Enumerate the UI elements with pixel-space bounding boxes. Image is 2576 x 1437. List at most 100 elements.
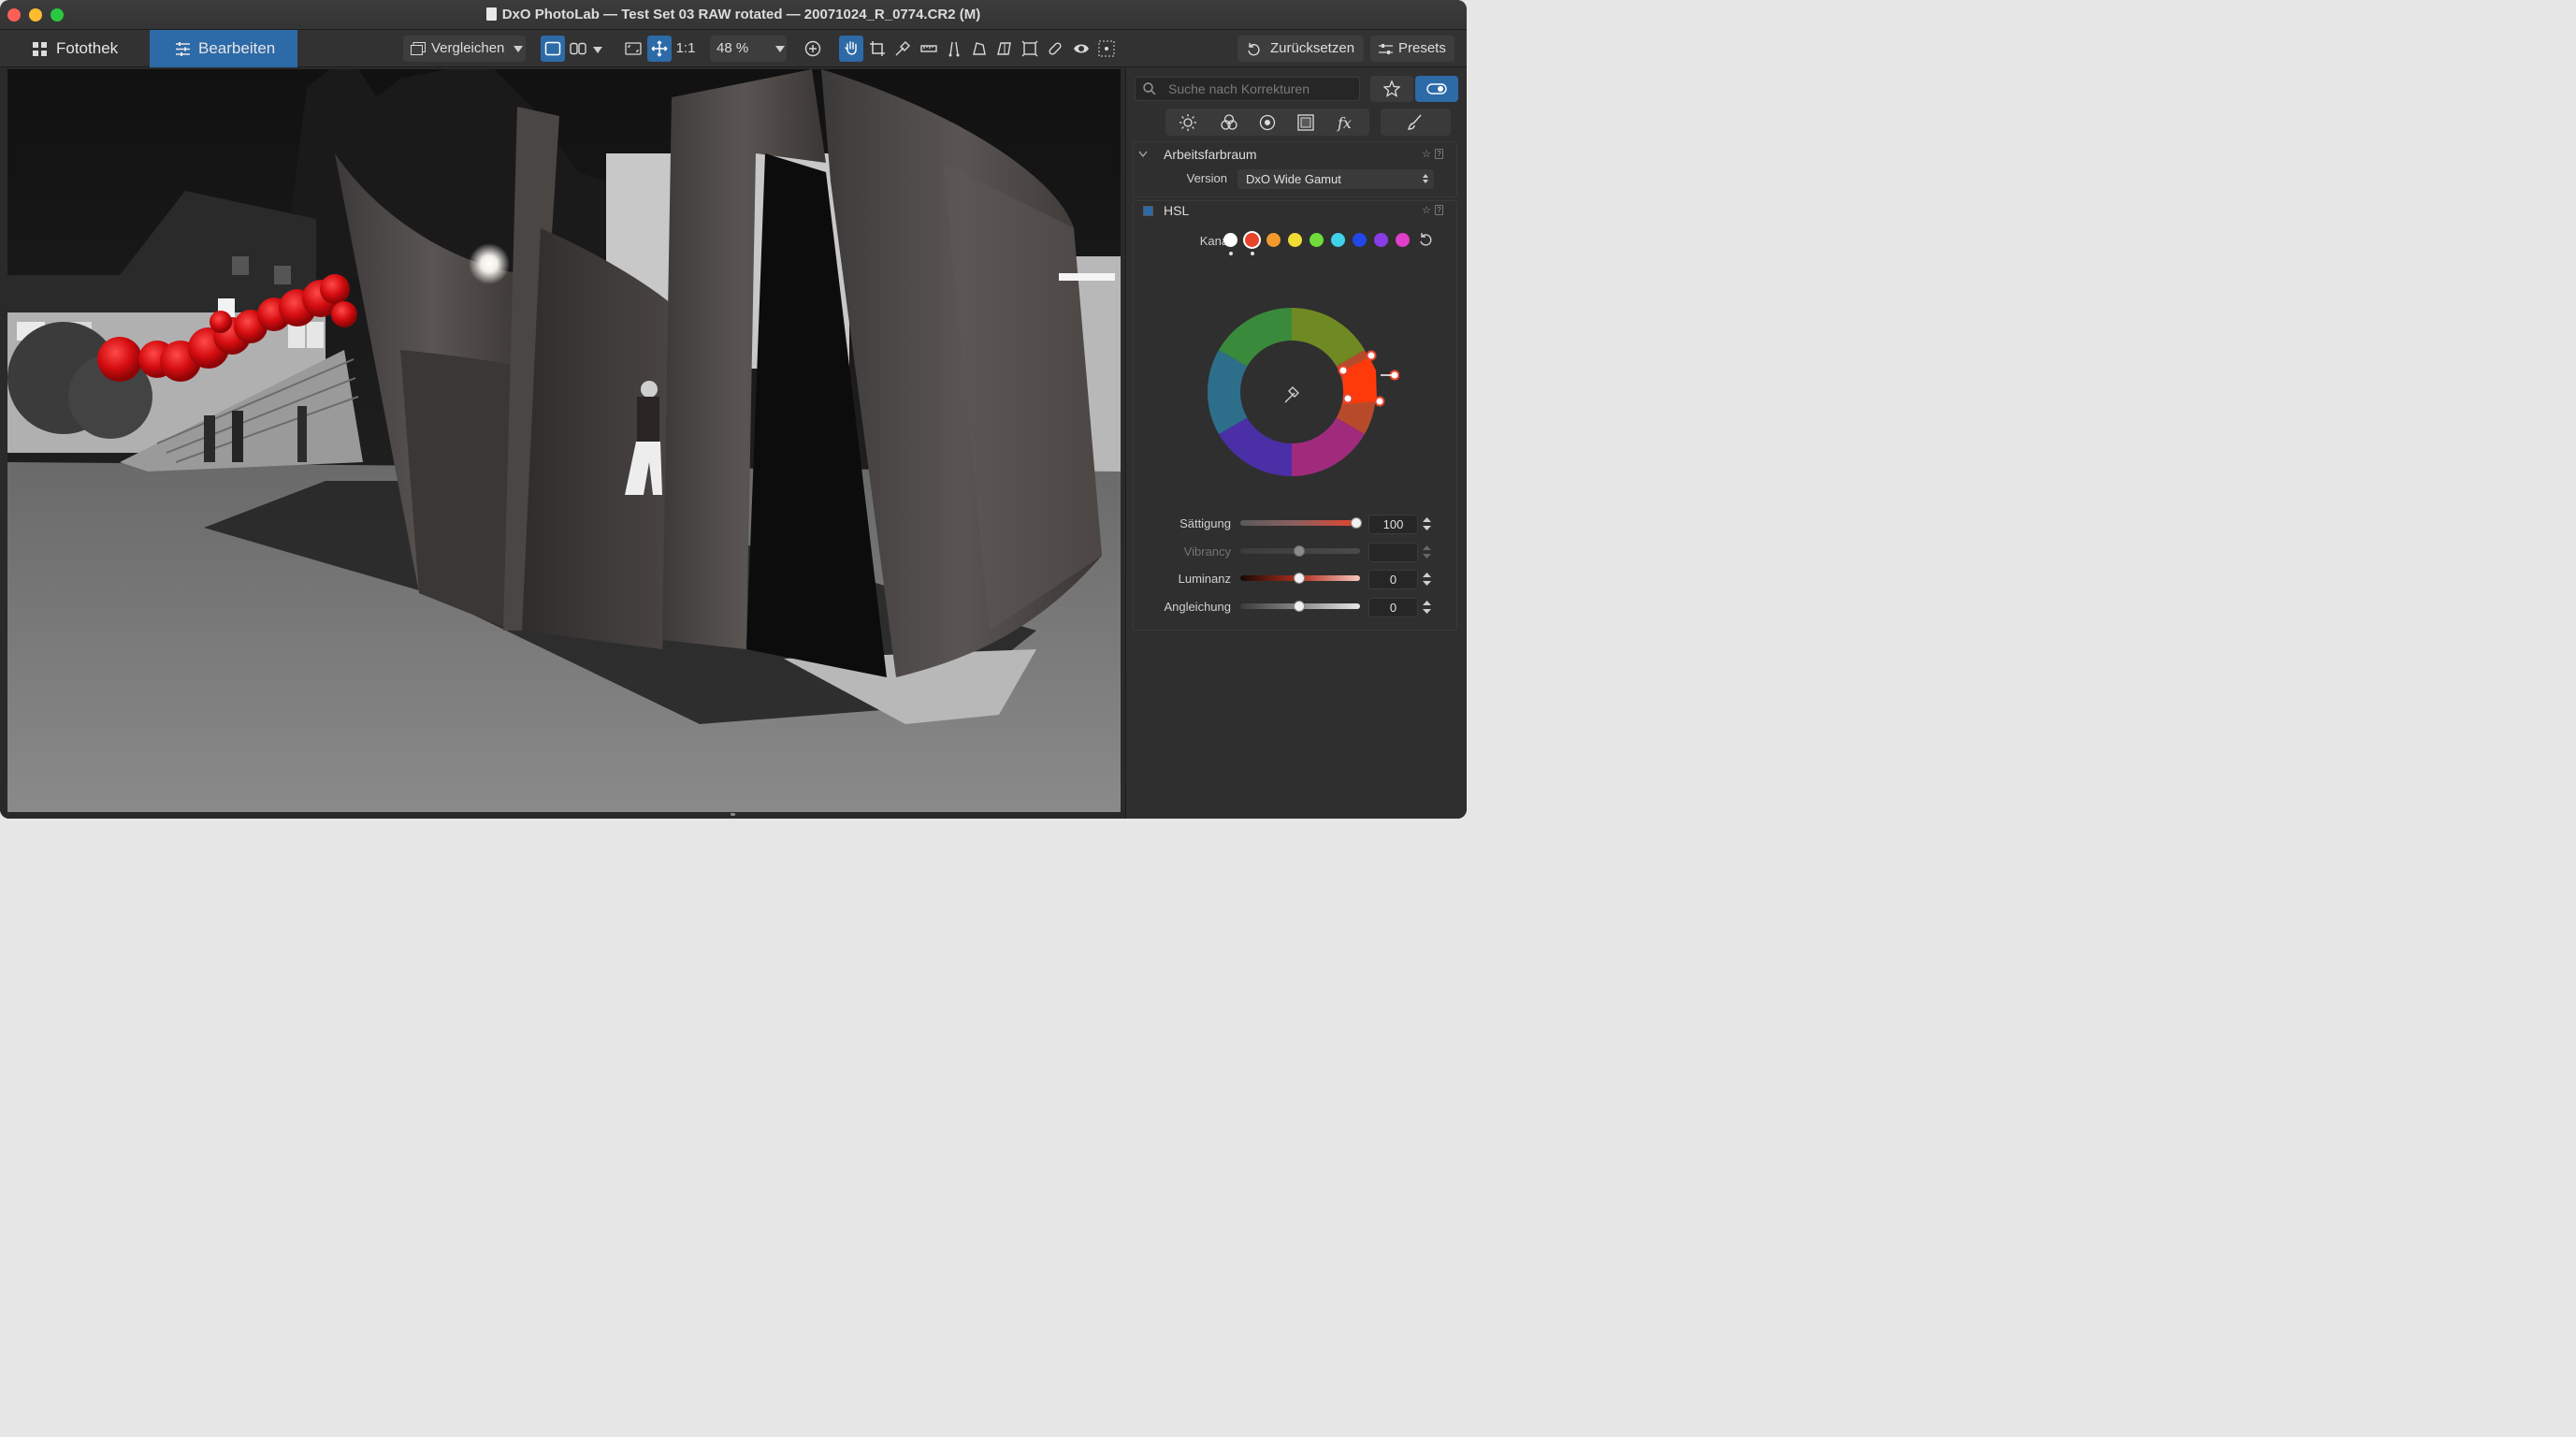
preview-toggle-button[interactable] [1069,36,1093,62]
slider-label: Angleichung [1164,599,1231,614]
hsl-header[interactable]: HSL ☆ ? [1134,200,1456,221]
slider-knob[interactable] [1351,517,1362,529]
tab-detail[interactable] [1249,109,1286,136]
fit-screen-button[interactable] [621,36,645,62]
search-icon [1143,82,1156,95]
tab-library[interactable]: Fotothek [19,30,150,67]
channel-swatch-magenta[interactable] [1396,233,1410,247]
zoom-in-button[interactable] [801,36,825,62]
hue-range-handle-inner-top[interactable] [1338,365,1349,376]
eye-icon [1074,44,1089,53]
filmstrip-handle[interactable] [731,813,735,816]
perspective-eight-tool-button[interactable] [992,36,1017,62]
compare-dropdown-icon [514,46,523,52]
hsl-favorite-star-icon[interactable]: ☆ [1421,205,1432,216]
slider-value-input[interactable]: 0 [1368,597,1418,617]
hand-icon [845,41,857,55]
section-favorite-star-icon[interactable]: ☆ [1421,149,1432,160]
local-adjustments-button[interactable] [1397,109,1434,136]
horizon-tool-button[interactable] [917,36,941,62]
channel-swatch-blue[interactable] [1353,233,1367,247]
compare-button[interactable]: Vergleichen [403,36,526,62]
bandage-icon [1049,42,1062,55]
all-channel-indicator-dot [1229,252,1233,255]
perspective-eight-icon [997,42,1011,55]
detail-icon [1259,114,1276,131]
channel-swatch-cyan[interactable] [1331,233,1345,247]
hue-range-handle-inner-bottom[interactable] [1342,393,1353,404]
channel-swatch-red[interactable] [1245,233,1259,247]
compare-label: Vergleichen [431,40,505,56]
slider-value-input [1368,542,1418,562]
hand-tool-button[interactable] [839,36,863,62]
corrections-search-input[interactable]: Suche nach Korrekturen [1135,77,1360,101]
move-tool-button[interactable] [647,36,672,62]
channel-swatch-orange[interactable] [1266,233,1281,247]
hsl-enable-checkbox[interactable] [1143,206,1153,216]
active-corrections-toggle[interactable] [1415,76,1458,102]
one-to-one-button[interactable]: 1:1 [673,36,699,62]
version-select[interactable]: DxO Wide Gamut [1237,169,1434,189]
brush-icon [1408,114,1422,130]
palette-tabs: fx [1165,109,1369,136]
reset-channel-icon[interactable] [1418,232,1434,248]
slider-track[interactable] [1240,520,1360,526]
main-toolbar: Fotothek Bearbeiten Vergleichen 1:1 48 % [0,30,1467,67]
tab-geometry[interactable] [1287,109,1324,136]
perspective-rect-tool-button[interactable] [967,36,991,62]
slider-knob[interactable] [1294,573,1305,584]
hue-range-handle-outer-top[interactable] [1366,350,1377,361]
tab-light[interactable] [1169,109,1207,136]
tab-edit[interactable]: Bearbeiten [150,30,297,67]
slider-stepper[interactable] [1422,515,1432,532]
fx-icon: fx [1337,114,1352,132]
channel-swatch-purple[interactable] [1374,233,1388,247]
slider-knob[interactable] [1294,544,1305,557]
image-viewer[interactable] [0,67,1125,819]
slider-knob[interactable] [1294,600,1305,612]
fit-screen-icon [625,42,642,55]
chevron-down-icon [1138,151,1148,158]
presets-label: Presets [1398,40,1446,56]
slider-stepper[interactable] [1422,544,1432,560]
channel-swatch-green[interactable] [1310,233,1324,247]
eyedropper-tool-button[interactable] [890,36,915,62]
crop-icon [870,41,885,56]
selected-channel-indicator-dot [1251,252,1254,255]
presets-button[interactable]: Presets [1370,36,1454,62]
volume-deformation-tool-button[interactable] [1018,36,1042,62]
tab-color[interactable] [1210,109,1248,136]
view-mode-dropdown-icon[interactable] [593,47,602,53]
window-title: DxO PhotoLab — Test Set 03 RAW rotated —… [0,7,1467,22]
photo-canvas[interactable] [7,69,1121,812]
reset-button[interactable]: Zurücksetzen [1237,36,1364,62]
sun-icon [1179,114,1196,131]
loupe-button[interactable] [1094,36,1119,62]
channel-swatch-yellow[interactable] [1288,233,1302,247]
grid-icon [33,42,47,56]
favorites-filter-button[interactable] [1370,76,1413,102]
hsl-help-icon[interactable]: ? [1435,205,1443,215]
repair-tool-button[interactable] [1043,36,1067,62]
slider-stepper[interactable] [1422,599,1432,616]
eyedropper-icon [895,41,910,56]
tab-effects[interactable]: fx [1327,109,1365,136]
hue-range-handle-outer-bottom[interactable] [1374,396,1385,407]
wheel-eyedropper-icon[interactable] [1284,386,1299,403]
zoom-select[interactable]: 48 % [710,36,787,62]
help-icon[interactable]: ? [1435,149,1443,159]
split-view-button[interactable] [566,36,590,62]
color-circles-icon [1221,114,1237,130]
perspective-icon [948,41,960,57]
slider-stepper[interactable] [1422,571,1432,588]
hsl-title: HSL [1164,203,1190,218]
single-view-button[interactable] [541,36,565,62]
slider-value-input[interactable]: 0 [1368,570,1418,589]
crop-tool-button[interactable] [865,36,890,62]
perspective-tool-button[interactable] [942,36,966,62]
updown-arrows-icon [1423,174,1428,183]
hsl-color-wheel[interactable] [1203,303,1399,481]
channel-swatch-all[interactable] [1223,233,1237,247]
working-color-space-header[interactable]: Arbeitsfarbraum ☆ ? [1134,144,1456,165]
slider-value-input[interactable]: 100 [1368,515,1418,534]
